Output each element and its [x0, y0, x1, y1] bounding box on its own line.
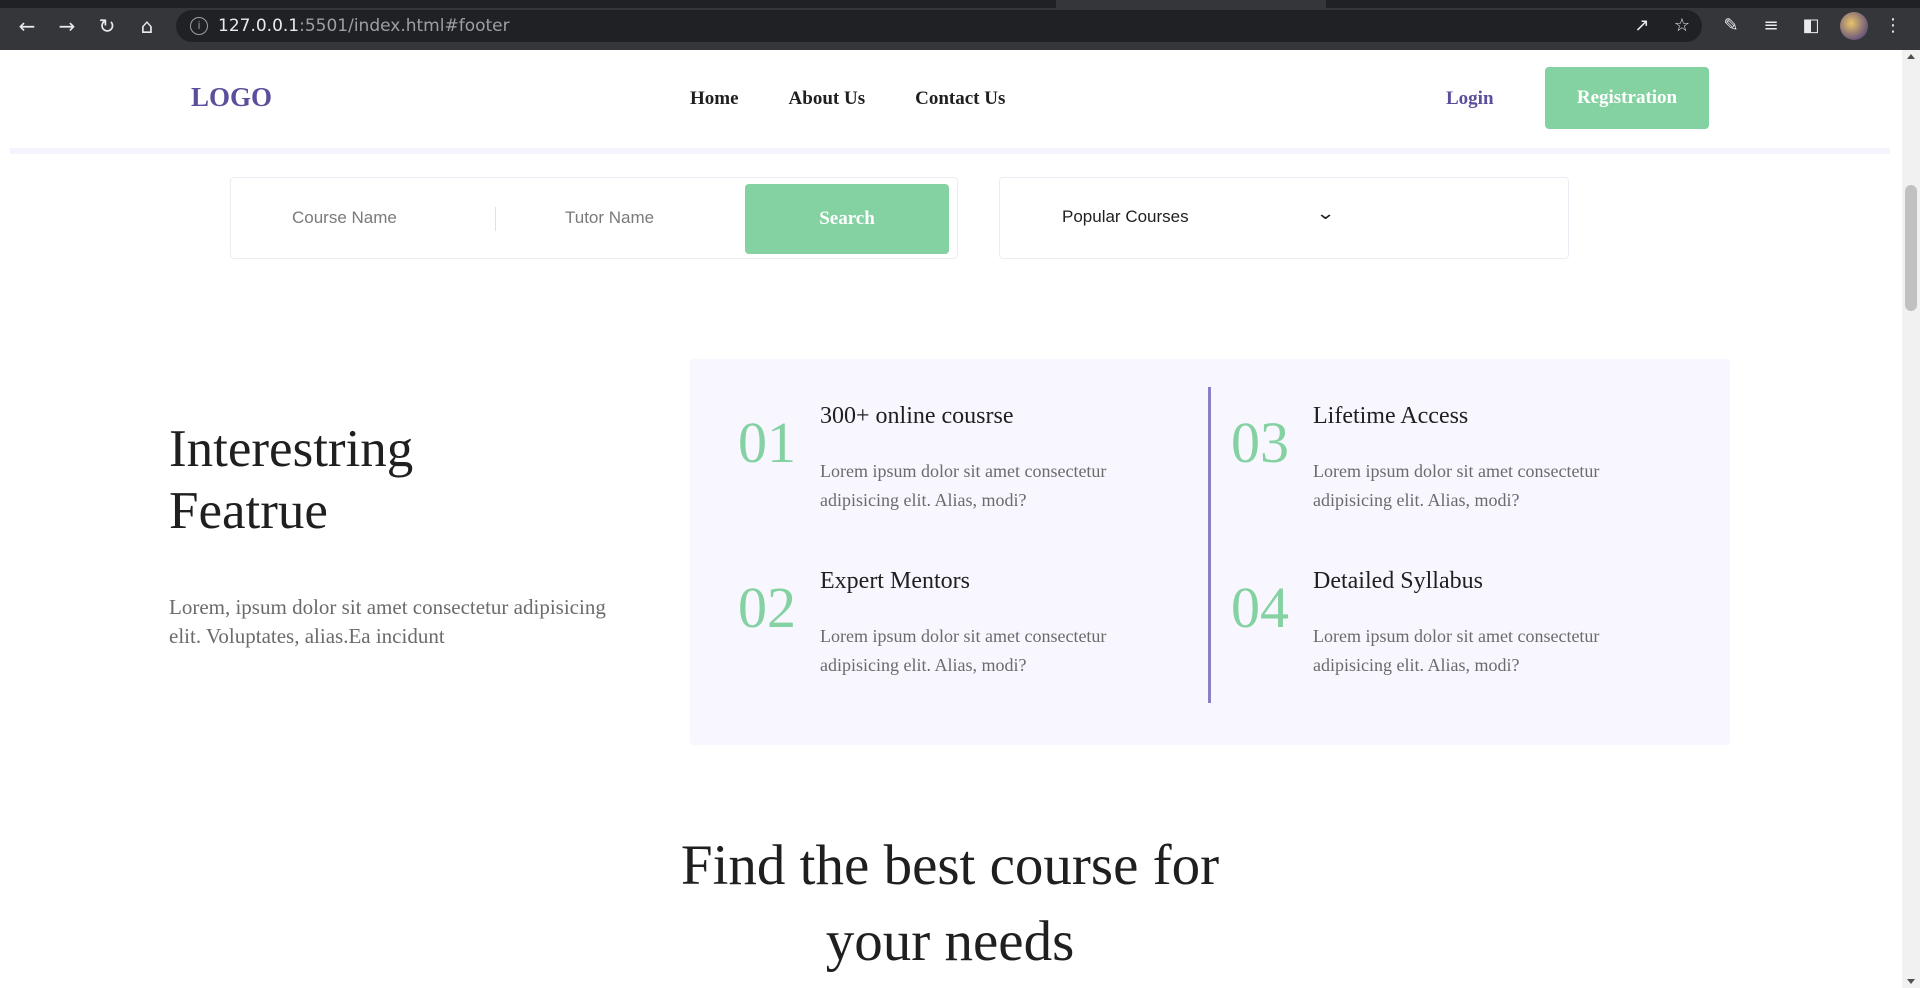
search-form: Course Name Tutor Name Search — [230, 177, 958, 259]
registration-button[interactable]: Registration — [1545, 67, 1709, 129]
home-icon[interactable]: ⌂ — [132, 11, 162, 41]
nav-about-us[interactable]: About Us — [789, 88, 866, 110]
features-divider — [1208, 387, 1211, 703]
login-link[interactable]: Login — [1446, 88, 1494, 110]
nav-contact-us[interactable]: Contact Us — [915, 88, 1005, 110]
reload-icon[interactable]: ↻ — [92, 11, 122, 41]
page-viewport: LOGO Home About Us Contact Us Login Regi… — [0, 50, 1902, 988]
tab-strip — [0, 0, 1920, 8]
feature-item: 03 Lifetime Access Lorem ipsum dolor sit… — [1231, 387, 1671, 517]
feature-number: 02 — [738, 575, 796, 640]
site-info-icon[interactable]: i — [190, 17, 208, 35]
feature-item: 01 300+ online cousrse Lorem ipsum dolor… — [738, 387, 1178, 517]
courses-heading: Find the best course for your needs — [680, 834, 1220, 973]
feature-title: Expert Mentors — [820, 568, 970, 594]
course-select[interactable]: Popular Courses ⌄ — [999, 177, 1569, 259]
back-icon[interactable]: ← — [12, 11, 42, 41]
features-panel: 01 300+ online cousrse Lorem ipsum dolor… — [690, 359, 1730, 745]
address-bar[interactable]: i 127.0.0.1:5501/index.html#footer ↗ ☆ — [176, 10, 1702, 42]
feature-number: 03 — [1231, 410, 1289, 475]
url-text[interactable]: 127.0.0.1:5501/index.html#footer — [218, 16, 510, 36]
feature-text: Lorem ipsum dolor sit amet consectetur a… — [1313, 626, 1600, 675]
feature-item: 04 Detailed Syllabus Lorem ipsum dolor s… — [1231, 552, 1671, 682]
feature-number: 01 — [738, 410, 796, 475]
feature-item: 02 Expert Mentors Lorem ipsum dolor sit … — [738, 552, 1178, 682]
profile-avatar[interactable] — [1840, 12, 1868, 40]
feature-text: Lorem ipsum dolor sit amet consectetur a… — [820, 626, 1107, 675]
tutor-name-input[interactable]: Tutor Name — [565, 178, 654, 258]
reading-list-icon[interactable]: ≡ — [1756, 11, 1786, 41]
course-select-value: Popular Courses — [1062, 207, 1189, 226]
scroll-up-icon[interactable] — [1907, 54, 1915, 59]
browser-toolbar: ← → ↻ ⌂ i 127.0.0.1:5501/index.html#foot… — [0, 0, 1920, 50]
feature-title: Lifetime Access — [1313, 403, 1469, 429]
page-scrollbar[interactable] — [1902, 50, 1920, 988]
feature-text: Lorem ipsum dolor sit amet consectetur a… — [820, 461, 1107, 510]
features-description: Lorem, ipsum dolor sit amet consectetur … — [169, 595, 606, 648]
bookmark-star-icon[interactable]: ☆ — [1670, 14, 1694, 38]
active-tab[interactable] — [1056, 0, 1326, 8]
chevron-down-icon: ⌄ — [1315, 203, 1336, 224]
nav-home[interactable]: Home — [690, 88, 739, 110]
header-divider — [10, 148, 1890, 154]
feature-number: 04 — [1231, 575, 1289, 640]
features-title: Interestring Featrue — [169, 420, 414, 540]
extensions-icon[interactable]: ✎ — [1716, 11, 1746, 41]
site-logo[interactable]: LOGO — [191, 82, 272, 113]
course-name-input[interactable]: Course Name — [292, 178, 397, 258]
side-panel-icon[interactable]: ◧ — [1796, 11, 1826, 41]
site-header: LOGO Home About Us Contact Us Login Regi… — [0, 50, 1902, 154]
feature-text: Lorem ipsum dolor sit amet consectetur a… — [1313, 461, 1600, 510]
more-menu-icon[interactable]: ⋮ — [1878, 11, 1908, 41]
forward-icon[interactable]: → — [52, 11, 82, 41]
feature-title: 300+ online cousrse — [820, 403, 1014, 429]
feature-title: Detailed Syllabus — [1313, 568, 1483, 594]
field-separator — [495, 207, 496, 231]
scrollbar-thumb[interactable] — [1905, 185, 1917, 311]
search-button[interactable]: Search — [745, 184, 949, 254]
main-nav: Home About Us Contact Us — [690, 88, 1005, 110]
scroll-down-icon[interactable] — [1907, 979, 1915, 984]
share-icon[interactable]: ↗ — [1630, 14, 1654, 38]
